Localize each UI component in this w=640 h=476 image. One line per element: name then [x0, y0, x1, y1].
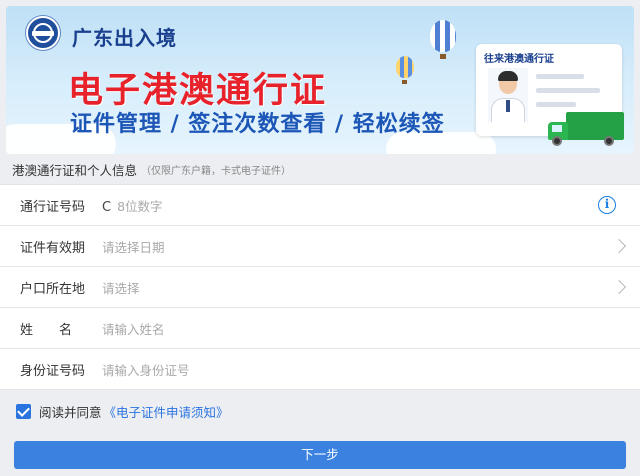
- brand-name: 广东出入境: [72, 26, 177, 50]
- truck-icon: [546, 112, 626, 146]
- banner-subtitle: 证件管理 / 签注次数查看 / 轻松续签: [70, 112, 445, 137]
- permit-form: 通行证号码 C 8位数字 i 证件有效期 请选择日期 户口所在地 请选择 姓名 …: [0, 184, 640, 390]
- chevron-right-icon: [611, 238, 627, 254]
- household-location-label: 户口所在地: [20, 281, 86, 297]
- emblem-logo-icon: [26, 16, 60, 50]
- validity-date-label: 证件有效期: [20, 240, 86, 256]
- balloon-basket: [440, 54, 446, 59]
- permit-prefix: C: [102, 199, 112, 215]
- validity-date-row[interactable]: 证件有效期 请选择日期: [0, 226, 640, 267]
- info-icon[interactable]: i: [598, 196, 616, 214]
- agreement-row: 阅读并同意 《电子证件申请须知》: [16, 402, 229, 420]
- card-text-line: [536, 88, 600, 93]
- card-text-line: [536, 74, 584, 79]
- validity-date-picker[interactable]: 请选择日期: [102, 237, 165, 256]
- hot-air-balloon-icon: [430, 20, 456, 52]
- chevron-right-icon: [611, 279, 627, 295]
- id-number-input[interactable]: 请输入身份证号: [102, 360, 190, 379]
- permit-number-placeholder: 8位数字: [117, 198, 163, 214]
- name-input[interactable]: 请输入姓名: [102, 319, 165, 338]
- person-photo-icon: [488, 68, 528, 122]
- id-number-row[interactable]: 身份证号码 请输入身份证号: [0, 349, 640, 390]
- id-number-label: 身份证号码: [20, 363, 86, 379]
- section-title: 港澳通行证和个人信息: [12, 162, 138, 178]
- household-location-row[interactable]: 户口所在地 请选择: [0, 267, 640, 308]
- next-step-button[interactable]: 下一步: [14, 441, 626, 469]
- section-note: （仅限广东户籍，卡式电子证件）: [141, 165, 292, 177]
- card-text-line: [536, 102, 576, 107]
- notice-link[interactable]: 《电子证件申请须知》: [104, 402, 229, 421]
- household-location-select[interactable]: 请选择: [102, 278, 140, 297]
- agree-text: 阅读并同意: [39, 404, 102, 420]
- name-label: 姓名: [20, 322, 99, 338]
- permit-number-input[interactable]: C 8位数字: [102, 196, 163, 215]
- hot-air-balloon-icon: [396, 56, 414, 78]
- name-row[interactable]: 姓名 请输入姓名: [0, 308, 640, 349]
- balloon-basket: [402, 80, 407, 84]
- permit-number-row[interactable]: 通行证号码 C 8位数字 i: [0, 185, 640, 226]
- agree-checkbox[interactable]: [16, 403, 31, 419]
- promo-banner: 广东出入境 电子港澳通行证 证件管理 / 签注次数查看 / 轻松续签 往来港澳通…: [6, 6, 634, 154]
- section-heading: 港澳通行证和个人信息 （仅限广东户籍，卡式电子证件）: [0, 154, 640, 184]
- permit-number-label: 通行证号码: [20, 199, 86, 215]
- card-heading: 往来港澳通行证: [484, 54, 554, 65]
